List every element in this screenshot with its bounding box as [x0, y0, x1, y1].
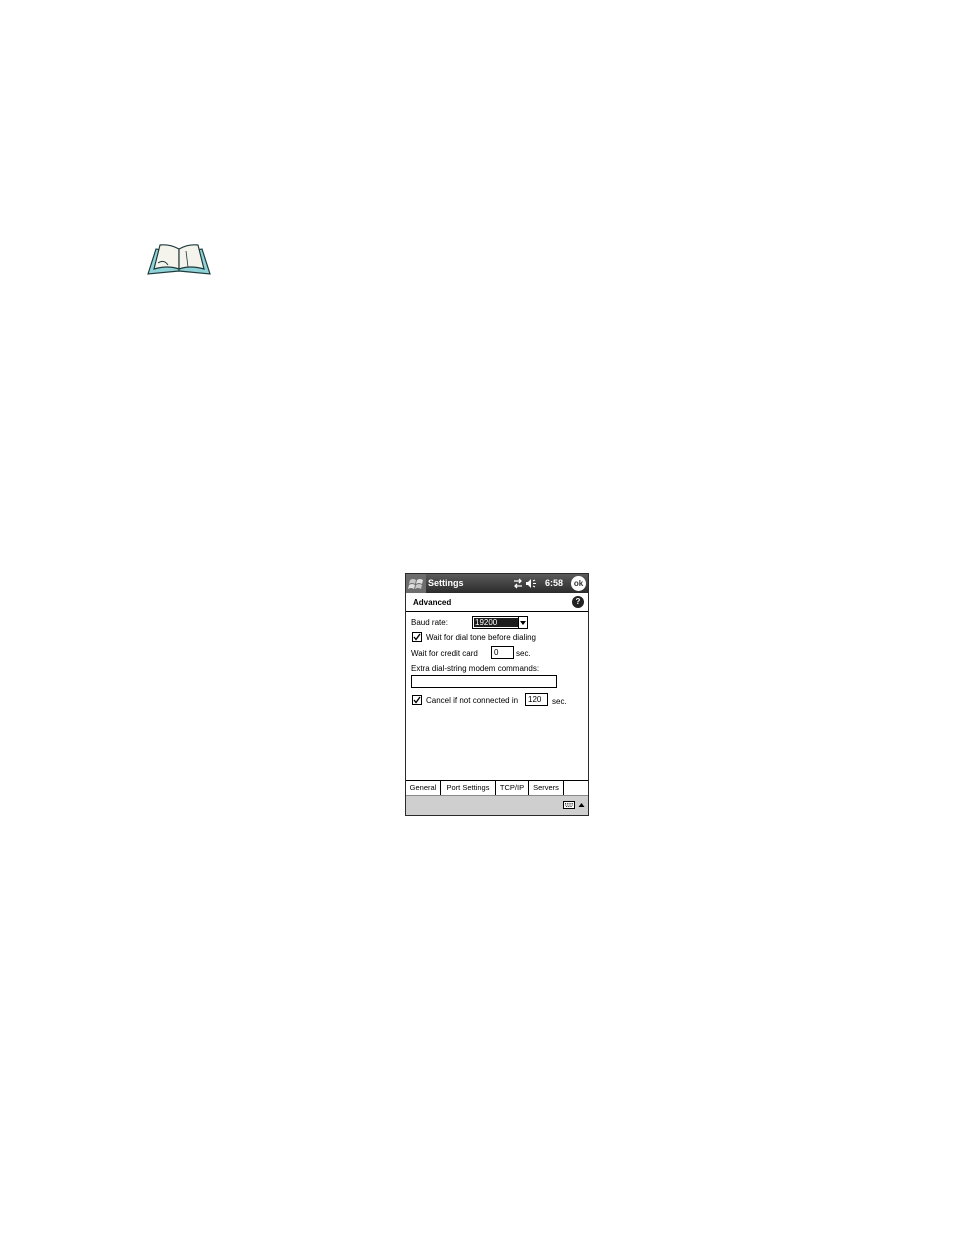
cancel-checkbox[interactable]: [412, 695, 422, 705]
chevron-down-icon[interactable]: [518, 617, 528, 628]
checkmark-icon: [413, 696, 421, 704]
extra-commands-label: Extra dial-string modem commands:: [411, 664, 540, 673]
cancel-timeout-input[interactable]: 120: [525, 693, 548, 706]
baud-rate-label: Baud rate:: [411, 618, 448, 627]
clock[interactable]: 6:58: [545, 578, 563, 588]
dial-tone-label: Wait for dial tone before dialing: [426, 633, 536, 642]
baud-rate-value: 19200: [474, 618, 518, 627]
tab-port-settings[interactable]: Port Settings: [441, 781, 496, 795]
pocketpc-screen: Settings 6:58 ok Advanced ? Baud rate: 1…: [405, 573, 589, 816]
volume-icon[interactable]: [526, 579, 536, 588]
dial-tone-checkbox[interactable]: [412, 632, 422, 642]
extra-commands-input[interactable]: [411, 675, 557, 688]
header-divider: [406, 611, 588, 612]
baud-rate-select[interactable]: 19200: [472, 616, 528, 629]
credit-card-label: Wait for credit card: [411, 649, 478, 658]
tab-servers[interactable]: Servers: [529, 781, 564, 795]
tab-tcp-ip[interactable]: TCP/IP: [496, 781, 529, 795]
start-button[interactable]: [406, 574, 426, 593]
credit-card-unit: sec.: [516, 649, 531, 658]
windows-flag-icon: [408, 579, 423, 589]
checkmark-icon: [413, 633, 421, 641]
keyboard-icon[interactable]: [563, 801, 575, 809]
up-arrow-icon[interactable]: [578, 801, 585, 809]
page-header: Advanced ?: [406, 593, 588, 611]
cancel-unit: sec.: [552, 697, 567, 706]
title-bar: Settings 6:58 ok: [406, 574, 588, 593]
credit-card-input[interactable]: 0: [491, 646, 514, 659]
connectivity-icon[interactable]: [514, 578, 522, 589]
cancel-label: Cancel if not connected in: [426, 696, 519, 705]
ok-button[interactable]: ok: [571, 576, 586, 591]
tab-general[interactable]: General: [406, 781, 441, 795]
tab-strip: General Port Settings TCP/IP Servers: [406, 780, 588, 795]
open-book-icon: [147, 244, 211, 275]
app-title: Settings: [428, 578, 464, 588]
help-icon[interactable]: ?: [572, 596, 584, 608]
page-title: Advanced: [413, 598, 452, 607]
menu-bar: [406, 795, 588, 815]
